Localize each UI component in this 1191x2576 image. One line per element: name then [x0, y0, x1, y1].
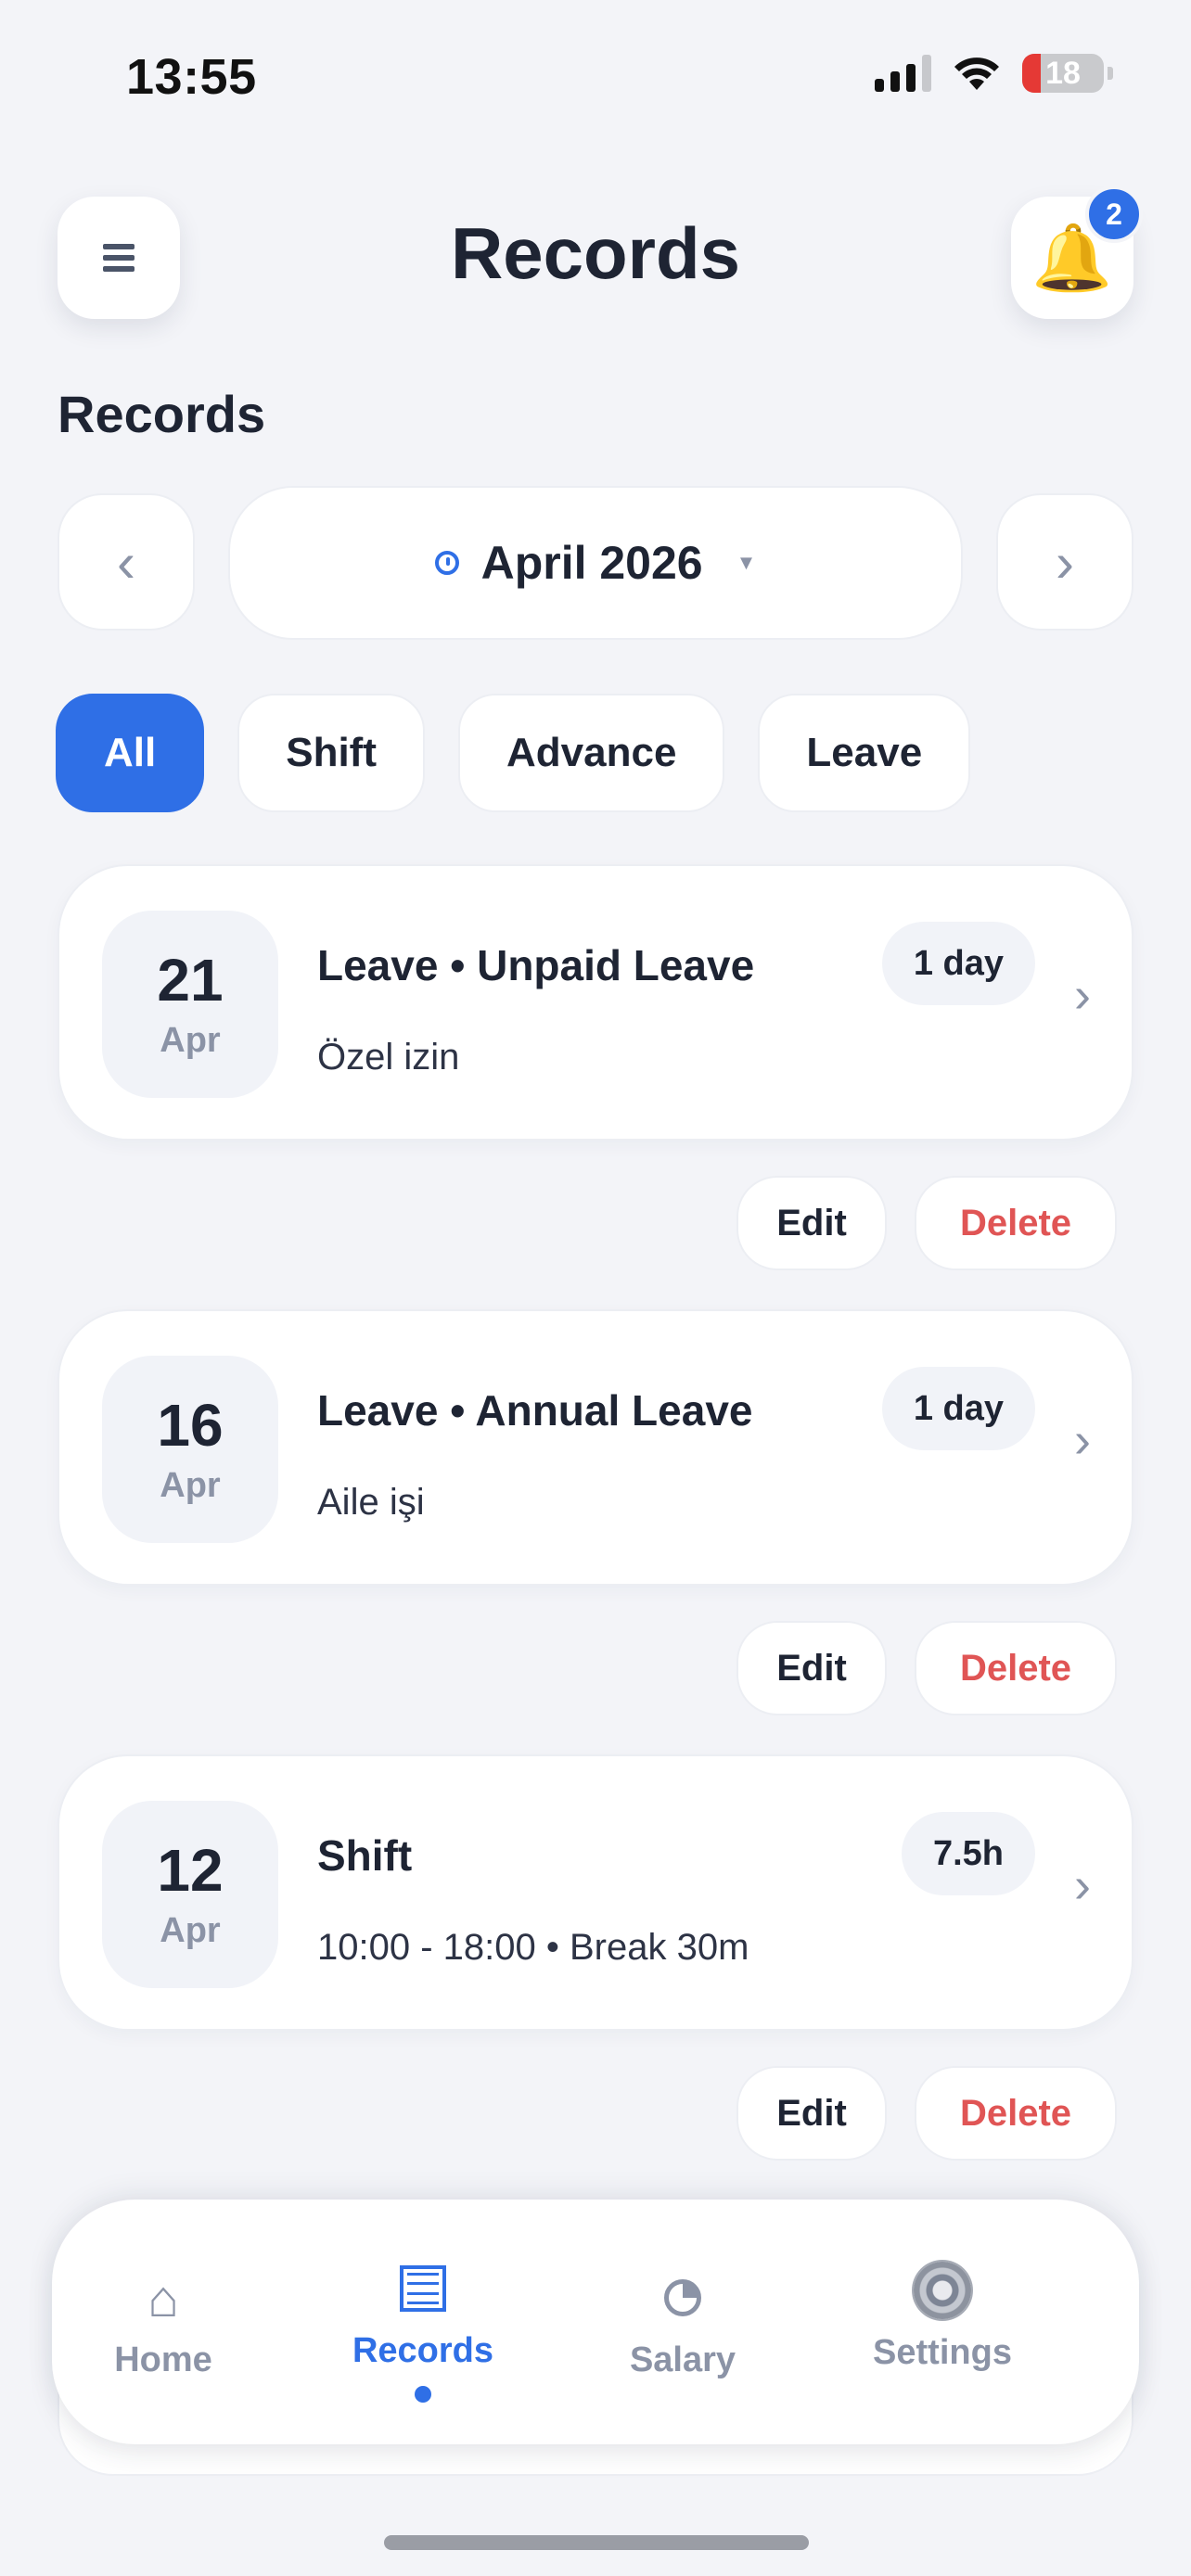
- records-icon: [400, 2259, 446, 2318]
- home-indicator: [384, 2535, 809, 2550]
- nav-salary[interactable]: Salary: [571, 2268, 794, 2380]
- nav-label: Salary: [629, 2340, 736, 2379]
- chevron-right-icon: ›: [1074, 1412, 1091, 1468]
- filter-shift[interactable]: Shift: [237, 694, 425, 812]
- battery-tip: [1108, 67, 1113, 80]
- edit-button[interactable]: Edit: [736, 2066, 887, 2161]
- chevron-right-icon: ›: [1074, 1857, 1091, 1913]
- delete-button[interactable]: Delete: [915, 1176, 1117, 1270]
- status-bar: 13:55 18: [0, 0, 1191, 158]
- record-card[interactable]: 16 Apr Leave • Annual Leave Aile işi 1 d…: [58, 1309, 1133, 1586]
- cellular-signal-icon: [875, 55, 931, 92]
- delete-button[interactable]: Delete: [915, 2066, 1117, 2161]
- pie-chart-icon: [664, 2268, 701, 2327]
- active-indicator: [415, 2386, 431, 2403]
- battery-level: 18: [1045, 55, 1081, 91]
- nav-records[interactable]: Records: [312, 2259, 534, 2403]
- nav-label: Records: [352, 2331, 494, 2370]
- record-actions: Edit Delete: [736, 1176, 1117, 1270]
- month-selector[interactable]: April 2026 ▼: [228, 486, 963, 640]
- record-day: 21: [157, 947, 224, 1014]
- chevron-right-icon: ›: [1074, 967, 1091, 1023]
- duration-pill: 1 day: [881, 922, 1035, 1005]
- record-title: Leave • Unpaid Leave: [317, 941, 755, 989]
- edit-button[interactable]: Edit: [736, 1621, 887, 1715]
- duration-pill: 1 day: [881, 1367, 1035, 1450]
- record-card[interactable]: 21 Apr Leave • Unpaid Leave Özel izin 1 …: [58, 864, 1133, 1141]
- edit-button[interactable]: Edit: [736, 1176, 887, 1270]
- record-month: Apr: [160, 1465, 221, 1505]
- section-title: Records: [58, 385, 266, 443]
- bottom-navigation: ⌂ Home Records Salary Settings: [52, 2200, 1139, 2444]
- date-box: 16 Apr: [102, 1356, 278, 1543]
- record-subtitle: 10:00 - 18:00 • Break 30m: [317, 1927, 749, 1968]
- clock-icon: [434, 551, 459, 575]
- delete-button[interactable]: Delete: [915, 1621, 1117, 1715]
- record-subtitle: Aile işi: [317, 1482, 425, 1523]
- nav-label: Home: [114, 2340, 212, 2379]
- chevron-right-icon: ›: [1056, 530, 1074, 593]
- notifications-button[interactable]: 🔔 2: [1011, 185, 1143, 319]
- next-month-button[interactable]: ›: [996, 493, 1133, 631]
- chevron-left-icon: ‹: [117, 530, 135, 593]
- filter-leave[interactable]: Leave: [758, 694, 971, 812]
- notification-badge: 2: [1085, 185, 1143, 243]
- record-month: Apr: [160, 1020, 221, 1060]
- record-title: Shift: [317, 1831, 413, 1880]
- record-day: 16: [157, 1392, 224, 1460]
- nav-settings[interactable]: Settings: [831, 2261, 1054, 2373]
- status-icons: 18: [875, 54, 1113, 93]
- status-time: 13:55: [126, 49, 257, 105]
- filter-all[interactable]: All: [56, 694, 205, 812]
- previous-month-button[interactable]: ‹: [58, 493, 195, 631]
- record-actions: Edit Delete: [736, 2066, 1117, 2161]
- record-card[interactable]: 12 Apr Shift 10:00 - 18:00 • Break 30m 7…: [58, 1754, 1133, 2031]
- caret-down-icon: ▼: [736, 551, 757, 574]
- wifi-icon: [954, 57, 999, 90]
- date-box: 21 Apr: [102, 911, 278, 1098]
- record-day: 12: [157, 1837, 224, 1905]
- filter-chips: All Shift Advance Leave: [56, 694, 971, 812]
- date-box: 12 Apr: [102, 1801, 278, 1988]
- nav-label: Settings: [873, 2333, 1012, 2372]
- record-title: Leave • Annual Leave: [317, 1386, 753, 1435]
- home-icon: ⌂: [147, 2268, 179, 2327]
- month-label: April 2026: [480, 537, 703, 589]
- record-actions: Edit Delete: [736, 1621, 1117, 1715]
- battery-icon: 18: [1022, 54, 1104, 93]
- gear-icon: [914, 2261, 971, 2320]
- duration-pill: 7.5h: [901, 1812, 1035, 1895]
- filter-advance[interactable]: Advance: [458, 694, 725, 812]
- record-subtitle: Özel izin: [317, 1037, 460, 1078]
- record-month: Apr: [160, 1910, 221, 1950]
- nav-home[interactable]: ⌂ Home: [52, 2268, 275, 2380]
